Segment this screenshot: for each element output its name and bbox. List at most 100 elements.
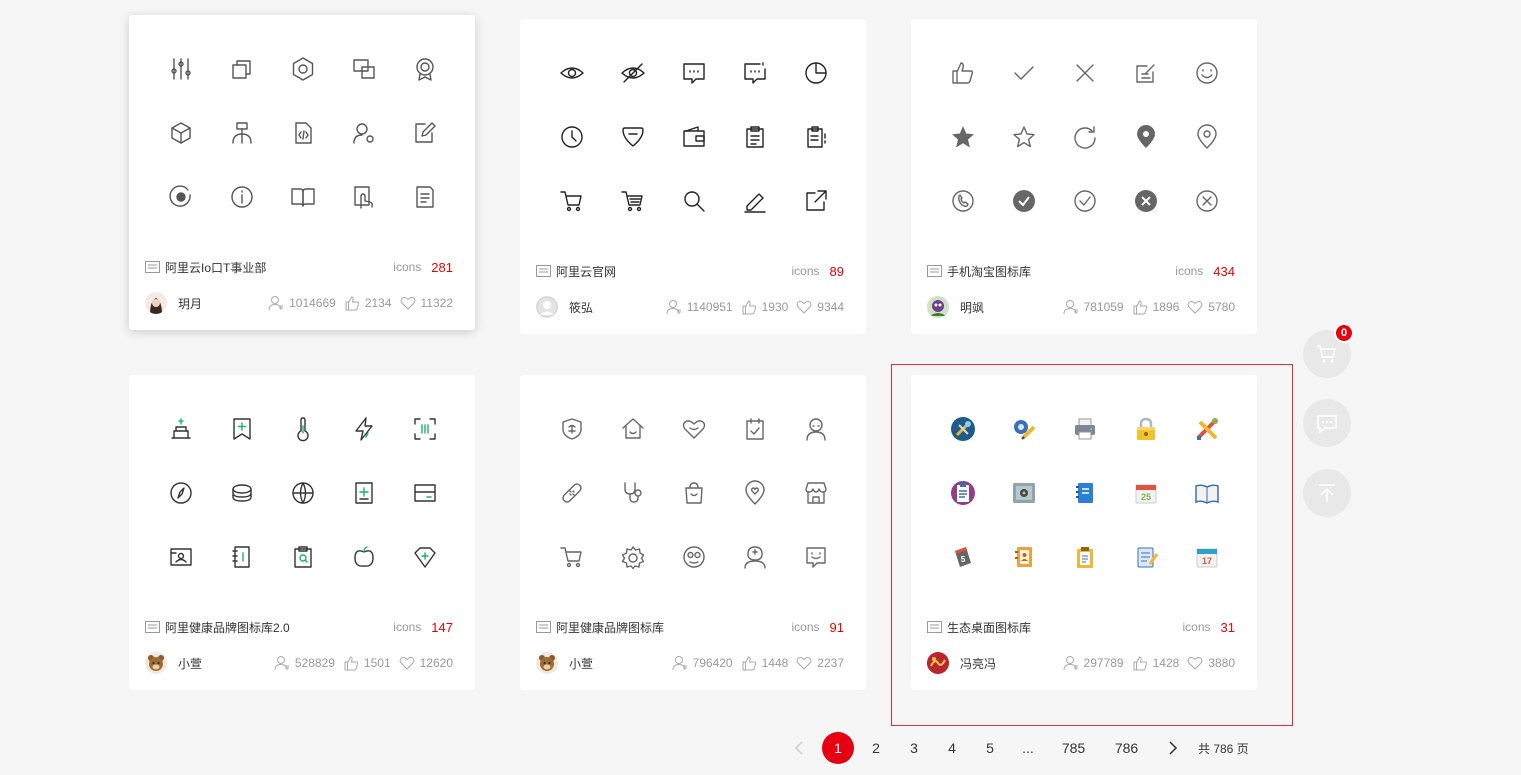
icon-preview-cell[interactable] xyxy=(993,41,1054,105)
icon-library-card[interactable]: 阿里云Io口T事业部 icons 281 玥月 1014669 2134 113… xyxy=(129,15,475,330)
icon-preview-cell[interactable] xyxy=(272,397,333,461)
icon-preview-cell[interactable] xyxy=(211,525,272,589)
icon-preview-cell[interactable] xyxy=(541,461,602,525)
icon-library-card[interactable]: 阿里健康品牌图标库 icons 91 小萱 796420 1448 2237 xyxy=(520,375,866,690)
icon-preview-cell[interactable] xyxy=(724,461,785,525)
icon-preview-cell[interactable] xyxy=(211,101,272,165)
icon-preview-cell[interactable] xyxy=(602,169,663,233)
icon-preview-cell[interactable] xyxy=(663,397,724,461)
icon-preview-cell[interactable] xyxy=(932,105,993,169)
prev-page-button[interactable] xyxy=(784,732,816,764)
icon-preview-cell[interactable] xyxy=(394,37,455,101)
icon-preview-cell[interactable] xyxy=(211,461,272,525)
icon-preview-cell[interactable] xyxy=(602,397,663,461)
icon-preview-cell[interactable] xyxy=(394,461,455,525)
avatar[interactable] xyxy=(145,292,167,314)
icon-preview-cell[interactable] xyxy=(663,105,724,169)
icon-preview-cell[interactable] xyxy=(150,37,211,101)
icon-preview-cell[interactable] xyxy=(333,101,394,165)
icon-preview-cell[interactable] xyxy=(272,101,333,165)
icon-preview-cell[interactable] xyxy=(541,41,602,105)
author-name[interactable]: 明飒 xyxy=(960,299,1055,316)
icon-preview-cell[interactable] xyxy=(150,165,211,229)
icon-preview-cell[interactable] xyxy=(272,525,333,589)
icon-preview-cell[interactable] xyxy=(541,397,602,461)
page-2[interactable]: 2 xyxy=(860,732,892,764)
author-name[interactable]: 小萱 xyxy=(569,655,664,672)
icon-preview-cell[interactable] xyxy=(1115,105,1176,169)
icon-preview-cell[interactable] xyxy=(394,525,455,589)
icon-preview-cell[interactable] xyxy=(150,397,211,461)
page-1[interactable]: 1 xyxy=(822,732,854,764)
page-785[interactable]: 785 xyxy=(1050,732,1097,764)
icon-preview-cell[interactable] xyxy=(602,41,663,105)
back-to-top-button[interactable] xyxy=(1303,469,1351,517)
icon-preview-cell[interactable] xyxy=(333,37,394,101)
icon-preview-cell[interactable] xyxy=(272,165,333,229)
icon-preview-cell[interactable] xyxy=(394,101,455,165)
avatar[interactable] xyxy=(145,652,167,674)
icon-library-card[interactable]: 阿里云官网 icons 89 筱弘 1140951 1930 9344 xyxy=(520,19,866,334)
chat-button[interactable] xyxy=(1303,399,1351,447)
icon-preview-cell[interactable] xyxy=(394,165,455,229)
icon-preview-cell[interactable] xyxy=(785,397,846,461)
icon-preview-cell[interactable] xyxy=(663,169,724,233)
icon-preview-cell[interactable] xyxy=(785,105,846,169)
icon-preview-cell[interactable] xyxy=(785,41,846,105)
icon-preview-cell[interactable] xyxy=(333,461,394,525)
icon-preview-cell[interactable] xyxy=(993,105,1054,169)
icon-preview-cell[interactable] xyxy=(602,525,663,589)
avatar[interactable] xyxy=(536,652,558,674)
icon-preview-cell[interactable] xyxy=(150,101,211,165)
icon-preview-cell[interactable] xyxy=(724,41,785,105)
icon-preview-cell[interactable] xyxy=(993,169,1054,233)
library-name[interactable]: 手机淘宝图标库 xyxy=(947,263,1175,280)
next-page-button[interactable] xyxy=(1156,732,1188,764)
icon-preview-cell[interactable] xyxy=(272,37,333,101)
icon-preview-cell[interactable] xyxy=(541,525,602,589)
page-3[interactable]: 3 xyxy=(898,732,930,764)
icon-preview-cell[interactable] xyxy=(602,105,663,169)
icon-preview-cell[interactable] xyxy=(1115,169,1176,233)
icon-preview-cell[interactable] xyxy=(785,169,846,233)
icon-preview-cell[interactable] xyxy=(333,397,394,461)
icon-preview-cell[interactable] xyxy=(211,165,272,229)
icon-preview-cell[interactable] xyxy=(724,105,785,169)
icon-preview-cell[interactable] xyxy=(150,525,211,589)
library-name[interactable]: 阿里健康品牌图标库2.0 xyxy=(165,619,393,636)
library-name[interactable]: 阿里云官网 xyxy=(556,263,792,280)
library-name[interactable]: 阿里健康品牌图标库 xyxy=(556,619,792,636)
icon-preview-cell[interactable] xyxy=(663,461,724,525)
icon-preview-cell[interactable] xyxy=(333,165,394,229)
icon-preview-cell[interactable] xyxy=(394,397,455,461)
icon-preview-cell[interactable] xyxy=(150,461,211,525)
icon-preview-cell[interactable] xyxy=(1176,105,1237,169)
icon-preview-cell[interactable] xyxy=(724,525,785,589)
author-name[interactable]: 玥月 xyxy=(178,295,260,312)
icon-preview-cell[interactable] xyxy=(602,461,663,525)
icon-preview-cell[interactable] xyxy=(211,37,272,101)
icon-preview-cell[interactable] xyxy=(663,525,724,589)
page-5[interactable]: 5 xyxy=(974,732,1006,764)
icon-preview-cell[interactable] xyxy=(333,525,394,589)
icon-preview-cell[interactable] xyxy=(1054,105,1115,169)
icon-preview-cell[interactable] xyxy=(1054,41,1115,105)
icon-library-card[interactable]: 阿里健康品牌图标库2.0 icons 147 小萱 528829 1501 12… xyxy=(129,375,475,690)
avatar[interactable] xyxy=(927,296,949,318)
icon-preview-cell[interactable] xyxy=(785,525,846,589)
library-name[interactable]: 阿里云Io口T事业部 xyxy=(165,259,393,276)
icon-preview-cell[interactable] xyxy=(1176,41,1237,105)
author-name[interactable]: 小萱 xyxy=(178,655,266,672)
icon-preview-cell[interactable] xyxy=(932,41,993,105)
avatar[interactable] xyxy=(536,296,558,318)
icon-preview-cell[interactable] xyxy=(785,461,846,525)
icon-preview-cell[interactable] xyxy=(541,169,602,233)
icon-preview-cell[interactable] xyxy=(724,169,785,233)
icon-preview-cell[interactable] xyxy=(272,461,333,525)
icon-preview-cell[interactable] xyxy=(1054,169,1115,233)
icon-library-card[interactable]: 手机淘宝图标库 icons 434 明飒 781059 1896 5780 xyxy=(911,19,1257,334)
icon-preview-cell[interactable] xyxy=(724,397,785,461)
icon-preview-cell[interactable] xyxy=(932,169,993,233)
icon-preview-cell[interactable] xyxy=(541,105,602,169)
icon-preview-cell[interactable] xyxy=(1176,169,1237,233)
